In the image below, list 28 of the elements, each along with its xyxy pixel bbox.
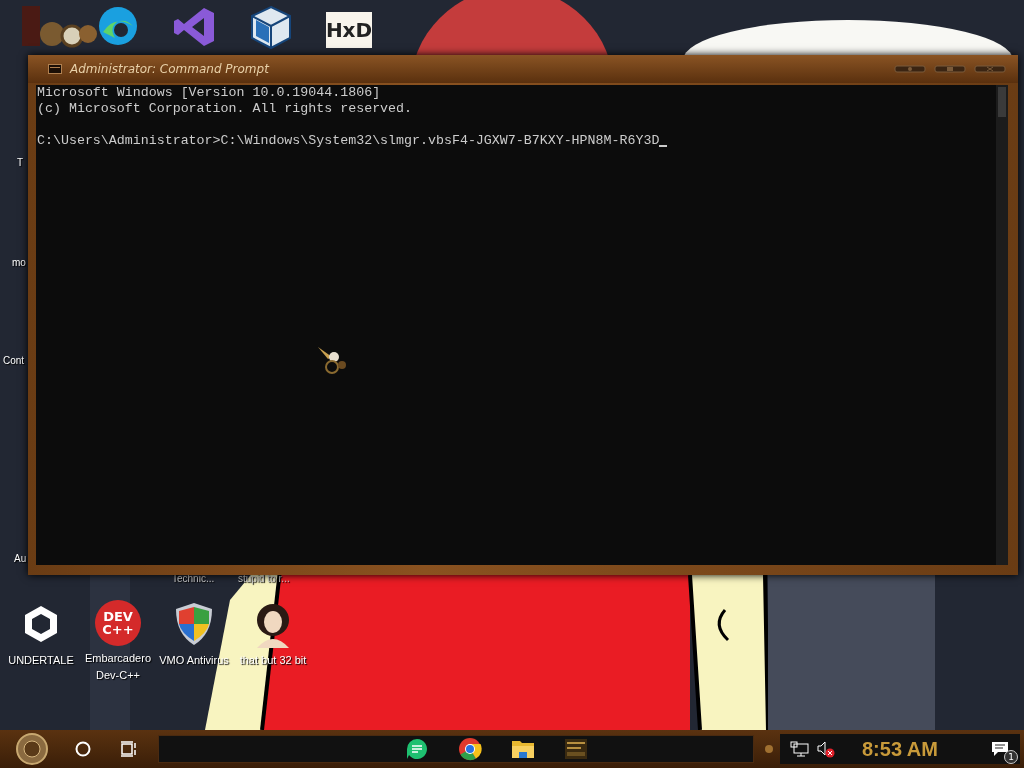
network-icon[interactable] xyxy=(790,740,810,758)
scroll-bar[interactable] xyxy=(996,85,1008,565)
icon-label: T xyxy=(17,157,24,168)
icon-label: mo xyxy=(12,257,26,268)
window-thumbnail[interactable] xyxy=(563,737,588,761)
knob-icon xyxy=(764,744,774,754)
chat-icon[interactable] xyxy=(404,737,429,761)
speaker-icon[interactable] xyxy=(816,740,836,758)
icon-label: Embarcadero Dev-C++ xyxy=(83,651,152,683)
icon-label: that but 32 bit xyxy=(238,653,308,668)
hxd-logo[interactable]: HxD xyxy=(326,12,372,48)
clock-time[interactable]: 8:53 AM xyxy=(862,737,938,761)
notification-badge: 1 xyxy=(1004,750,1018,764)
console-line: Microsoft Windows [Version 10.0.19044.1806] xyxy=(37,85,382,101)
window-title: Administrator: Command Prompt xyxy=(70,62,269,76)
icon-label: Cont xyxy=(3,355,25,366)
icon-label: Technic... xyxy=(172,573,215,584)
chrome-icon[interactable] xyxy=(457,737,482,761)
task-view-icon[interactable] xyxy=(120,740,138,758)
console-line: (c) Microsoft Corporation. All rights reserved. xyxy=(37,101,414,117)
command-line: C:\Users\Administrator>C:\Windows\System32\slmgr.vbsF4-JGXW7-B7KXY-HPN8M-R6Y3D xyxy=(37,133,660,149)
icon-label: Au xyxy=(14,553,27,564)
text-cursor xyxy=(659,145,668,147)
icon-label: UNDERTALE xyxy=(7,653,75,668)
notification-icon[interactable] xyxy=(990,740,1010,758)
circle-icon[interactable] xyxy=(74,740,92,758)
console-icon xyxy=(48,64,62,74)
cursor-icon xyxy=(318,347,348,375)
